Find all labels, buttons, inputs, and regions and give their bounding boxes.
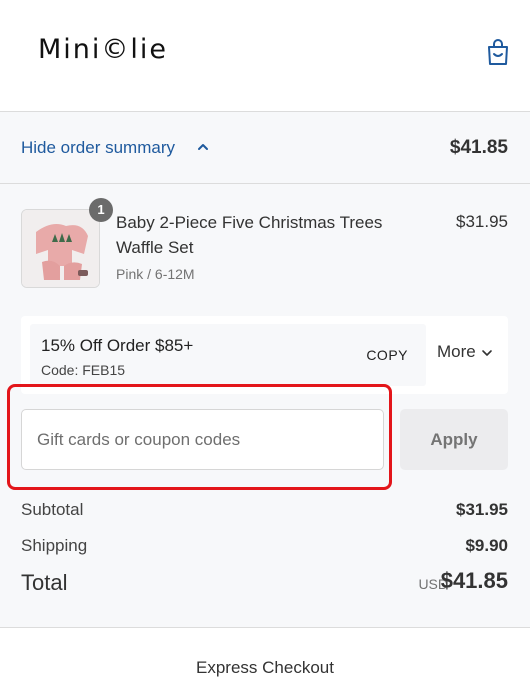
product-name: Baby 2-Piece Five Christmas Trees Waffle…: [116, 213, 383, 257]
apply-coupon-button[interactable]: Apply: [400, 409, 508, 470]
chevron-down-icon[interactable]: [481, 348, 493, 358]
express-checkout-heading: Express Checkout: [196, 658, 334, 677]
order-summary-panel: Hide order summary $41.85 1 Baby 2-Piece…: [0, 112, 530, 628]
product-variant: Pink / 6-12M: [116, 266, 195, 282]
store-header: Mini©lie: [0, 0, 530, 112]
product-thumbnail: [21, 209, 100, 288]
product-price: $31.95: [456, 212, 508, 231]
summary-total: $41.85: [449, 137, 508, 158]
coupon-code-input[interactable]: [21, 409, 384, 470]
promo-offer-card: 15% Off Order $85+ Code: FEB15 COPY More: [21, 316, 508, 394]
subtotal-value: $31.95: [456, 500, 508, 519]
promo-code: Code: FEB15: [41, 362, 126, 378]
subtotal-label: Subtotal: [21, 500, 84, 519]
quantity-badge: 1: [89, 198, 113, 222]
chevron-up-icon[interactable]: [196, 140, 210, 154]
shipping-value: $9.90: [465, 536, 508, 555]
store-logo[interactable]: Mini©lie: [38, 34, 168, 65]
total-value: $41.85: [440, 568, 508, 593]
promo-title: 15% Off Order $85+: [41, 336, 194, 355]
copy-code-button[interactable]: COPY: [366, 347, 408, 363]
baby-outfit-image: [22, 210, 99, 287]
shopping-bag-icon[interactable]: [486, 38, 510, 66]
promo-code-box: 15% Off Order $85+ Code: FEB15 COPY: [30, 324, 426, 386]
total-label: Total: [21, 570, 68, 595]
more-offers-button[interactable]: More: [437, 342, 476, 362]
shipping-label: Shipping: [21, 536, 88, 555]
hide-order-summary-link[interactable]: Hide order summary: [21, 138, 175, 158]
order-summary-toggle[interactable]: Hide order summary $41.85: [0, 112, 530, 184]
